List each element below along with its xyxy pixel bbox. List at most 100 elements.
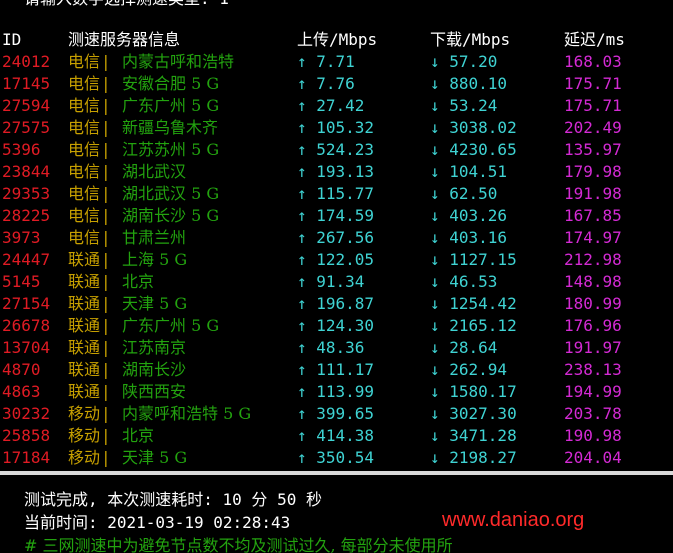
row-isp: 联通 <box>68 360 101 379</box>
row-location: 安徽合肥 5 G <box>122 74 220 93</box>
row-download: ↓ 3038.02 <box>430 118 517 137</box>
row-isp: 电信 <box>68 206 101 225</box>
row-isp: 电信 <box>68 162 101 181</box>
row-upload: ↑ 7.71 <box>297 52 355 71</box>
row-upload: ↑ 7.76 <box>297 74 355 93</box>
row-isp: 联通 <box>68 382 101 401</box>
row-location: 广东广州 5 G <box>122 96 220 115</box>
row-upload: ↑ 113.99 <box>297 382 375 401</box>
row-upload: ↑ 414.38 <box>297 426 375 445</box>
row-download: ↓ 46.53 <box>430 272 498 291</box>
row-id: 17184 <box>2 448 51 467</box>
row-isp: 电信 <box>68 96 101 115</box>
row-latency: 194.99 <box>564 382 622 401</box>
table-row: 24447 联通 | 上海 5 G ↑ 122.05 ↓ 1127.15 212.98 <box>0 249 673 271</box>
row-location: 湖北武汉 <box>122 162 187 181</box>
row-id: 27594 <box>2 96 51 115</box>
row-location: 广东广州 5 G <box>122 316 220 335</box>
row-latency: 179.98 <box>564 162 622 181</box>
row-download: ↓ 2198.27 <box>430 448 517 467</box>
row-id: 5145 <box>2 272 41 291</box>
row-isp: 移动 <box>68 448 101 467</box>
row-isp: 电信 <box>68 140 101 159</box>
row-location: 内蒙呼和浩特 5 G <box>122 404 252 423</box>
terminal-window[interactable]: 请输入数字选择测速类型: 1 ID 测速服务器信息 上传/Mbps 下载/Mbp… <box>0 0 673 553</box>
row-latency: 212.98 <box>564 250 622 269</box>
row-download: ↓ 1254.42 <box>430 294 517 313</box>
row-download: ↓ 403.16 <box>430 228 508 247</box>
row-upload: ↑ 111.17 <box>297 360 375 379</box>
current-time-text: 当前时间: 2021-03-19 02:28:43 <box>24 513 291 532</box>
row-isp: 联通 <box>68 250 101 269</box>
row-separator: | <box>101 140 111 159</box>
row-id: 26678 <box>2 316 51 335</box>
table-header: ID 测速服务器信息 上传/Mbps 下载/Mbps 延迟/ms <box>0 29 673 51</box>
row-download: ↓ 57.20 <box>430 52 498 71</box>
row-location: 北京 <box>122 426 155 445</box>
row-upload: ↑ 193.13 <box>297 162 375 181</box>
row-download: ↓ 2165.12 <box>430 316 517 335</box>
row-latency: 174.97 <box>564 228 622 247</box>
table-row: 4870 联通 | 湖南长沙 ↑ 111.17 ↓ 262.94 238.13 <box>0 359 673 381</box>
row-isp: 移动 <box>68 426 101 445</box>
row-latency: 202.49 <box>564 118 622 137</box>
row-location: 湖南长沙 <box>122 360 187 379</box>
watermark: www.daniao.org <box>442 509 585 531</box>
row-latency: 175.71 <box>564 74 622 93</box>
header-latency: 延迟/ms <box>564 30 625 49</box>
row-id: 28225 <box>2 206 51 225</box>
row-isp: 电信 <box>68 118 101 137</box>
row-latency: 203.78 <box>564 404 622 423</box>
row-upload: ↑ 105.32 <box>297 118 375 137</box>
row-separator: | <box>101 272 111 291</box>
row-upload: ↑ 267.56 <box>297 228 375 247</box>
row-latency: 176.96 <box>564 316 622 335</box>
row-upload: ↑ 350.54 <box>297 448 375 467</box>
row-id: 5396 <box>2 140 41 159</box>
row-separator: | <box>101 426 111 445</box>
row-upload: ↑ 124.30 <box>297 316 375 335</box>
row-separator: | <box>101 52 111 71</box>
row-separator: | <box>101 118 111 137</box>
row-location: 天津 5 G <box>122 448 188 467</box>
row-download: ↓ 53.24 <box>430 96 498 115</box>
row-isp: 电信 <box>68 184 101 203</box>
row-latency: 180.99 <box>564 294 622 313</box>
table-row: 28225 电信 | 湖南长沙 5 G ↑ 174.59 ↓ 403.26 167.85 <box>0 205 673 227</box>
table-row: 17184 移动 | 天津 5 G ↑ 350.54 ↓ 2198.27 204.04 <box>0 447 673 469</box>
table-row: 4863 联通 | 陕西西安 ↑ 113.99 ↓ 1580.17 194.99 <box>0 381 673 403</box>
row-upload: ↑ 91.34 <box>297 272 365 291</box>
row-location: 上海 5 G <box>122 250 188 269</box>
row-separator: | <box>101 404 111 423</box>
row-id: 23844 <box>2 162 51 181</box>
row-latency: 175.71 <box>564 96 622 115</box>
row-upload: ↑ 524.23 <box>297 140 375 159</box>
row-location: 江苏南京 <box>122 338 187 357</box>
prompt-text: 请输入数字选择测速类型: 1 <box>24 0 229 10</box>
note-line: # 三网测速中为避免节点数不均及测试过久, 每部分未使用所 <box>0 535 673 553</box>
row-download: ↓ 1127.15 <box>430 250 517 269</box>
row-upload: ↑ 122.05 <box>297 250 375 269</box>
row-id: 24012 <box>2 52 51 71</box>
row-id: 25858 <box>2 426 51 445</box>
row-location: 天津 5 G <box>122 294 188 313</box>
row-latency: 135.97 <box>564 140 622 159</box>
row-separator: | <box>101 162 111 181</box>
row-location: 北京 <box>122 272 155 291</box>
row-id: 4870 <box>2 360 41 379</box>
row-download: ↓ 262.94 <box>430 360 508 379</box>
row-separator: | <box>101 316 111 335</box>
row-location: 湖南长沙 5 G <box>122 206 220 225</box>
row-upload: ↑ 399.65 <box>297 404 375 423</box>
row-download: ↓ 403.26 <box>430 206 508 225</box>
row-isp: 电信 <box>68 52 101 71</box>
row-latency: 190.98 <box>564 426 622 445</box>
row-id: 27154 <box>2 294 51 313</box>
row-latency: 167.85 <box>564 206 622 225</box>
header-download: 下载/Mbps <box>430 30 511 49</box>
row-isp: 联通 <box>68 316 101 335</box>
row-separator: | <box>101 338 111 357</box>
row-download: ↓ 28.64 <box>430 338 498 357</box>
row-isp: 电信 <box>68 228 101 247</box>
header-id: ID <box>2 30 22 49</box>
